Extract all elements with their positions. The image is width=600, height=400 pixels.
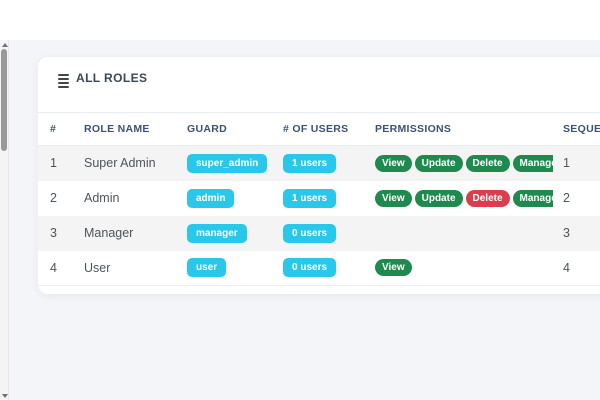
permission-badge: Delete [466, 155, 510, 172]
roles-card: ALL ROLES # ROLE NAME GUARD # OF USERS P… [38, 57, 600, 294]
row-number-cell: 4 [38, 251, 74, 286]
guard-badge: super_admin [187, 154, 267, 173]
permission-badge: Manage [513, 190, 553, 207]
table-header-row: # ROLE NAME GUARD # OF USERS PERMISSIONS… [38, 113, 600, 146]
permissions-cell: View [365, 251, 553, 286]
scrollbar-thumb[interactable] [1, 49, 7, 151]
triangle-up-icon [2, 43, 8, 47]
table-row: 2Adminadmin1 usersViewUpdateDeleteManage… [38, 181, 600, 216]
list-icon [58, 72, 69, 88]
screen: ALL ROLES # ROLE NAME GUARD # OF USERS P… [0, 0, 600, 400]
permission-badge: Update [415, 155, 463, 172]
top-white-strip [0, 0, 600, 40]
permission-badge: Delete [466, 190, 510, 207]
users-count-badge: 1 users [283, 189, 336, 208]
scroll-up-arrow-icon[interactable] [0, 40, 9, 49]
permissions-cell: ViewUpdateDeleteManage [365, 146, 553, 181]
users-count-badge: 0 users [283, 224, 336, 243]
permission-badge: Update [415, 190, 463, 207]
col-header-users: # OF USERS [273, 113, 365, 146]
row-number-cell: 2 [38, 181, 74, 216]
table-row: 4Useruser0 usersView4 [38, 251, 600, 286]
roles-table: # ROLE NAME GUARD # OF USERS PERMISSIONS… [38, 112, 600, 286]
content-area: ALL ROLES # ROLE NAME GUARD # OF USERS P… [9, 40, 600, 400]
sequence-cell: 3 [553, 216, 600, 251]
col-header-guard: GUARD [177, 113, 273, 146]
guard-cell: admin [177, 181, 273, 216]
triangle-down-icon [2, 394, 8, 398]
permissions-cell: ViewUpdateDeleteManage [365, 181, 553, 216]
sequence-cell: 1 [553, 146, 600, 181]
col-header-sequence: SEQUENCE [553, 113, 600, 146]
role-name-cell: Admin [74, 181, 177, 216]
guard-badge: manager [187, 224, 247, 243]
table-body: 1Super Adminsuper_admin1 usersViewUpdate… [38, 146, 600, 286]
permission-badge: View [375, 190, 412, 207]
table-row: 1Super Adminsuper_admin1 usersViewUpdate… [38, 146, 600, 181]
users-count-cell: 0 users [273, 251, 365, 286]
role-name-cell: Super Admin [74, 146, 177, 181]
sequence-cell: 4 [553, 251, 600, 286]
card-title: ALL ROLES [76, 72, 147, 85]
users-count-badge: 0 users [283, 258, 336, 277]
row-number-cell: 3 [38, 216, 74, 251]
guard-cell: super_admin [177, 146, 273, 181]
users-count-badge: 1 users [283, 154, 336, 173]
col-header-role-name: ROLE NAME [74, 113, 177, 146]
card-footer-pad [38, 286, 600, 294]
col-header-permissions: PERMISSIONS [365, 113, 553, 146]
permission-badge: View [375, 155, 412, 172]
guard-cell: user [177, 251, 273, 286]
left-scrollbar-track[interactable] [0, 40, 9, 400]
card-header: ALL ROLES [38, 57, 600, 112]
users-count-cell: 1 users [273, 146, 365, 181]
users-count-cell: 0 users [273, 216, 365, 251]
sequence-cell: 2 [553, 181, 600, 216]
permission-badge: Manage [513, 155, 553, 172]
permissions-cell [365, 216, 553, 251]
role-name-cell: User [74, 251, 177, 286]
table-row: 3Managermanager0 users3 [38, 216, 600, 251]
row-number-cell: 1 [38, 146, 74, 181]
guard-cell: manager [177, 216, 273, 251]
scroll-down-arrow-icon[interactable] [0, 391, 9, 400]
role-name-cell: Manager [74, 216, 177, 251]
permission-badge: View [375, 259, 412, 276]
users-count-cell: 1 users [273, 181, 365, 216]
guard-badge: admin [187, 189, 234, 208]
guard-badge: user [187, 258, 226, 277]
col-header-number: # [38, 113, 74, 146]
